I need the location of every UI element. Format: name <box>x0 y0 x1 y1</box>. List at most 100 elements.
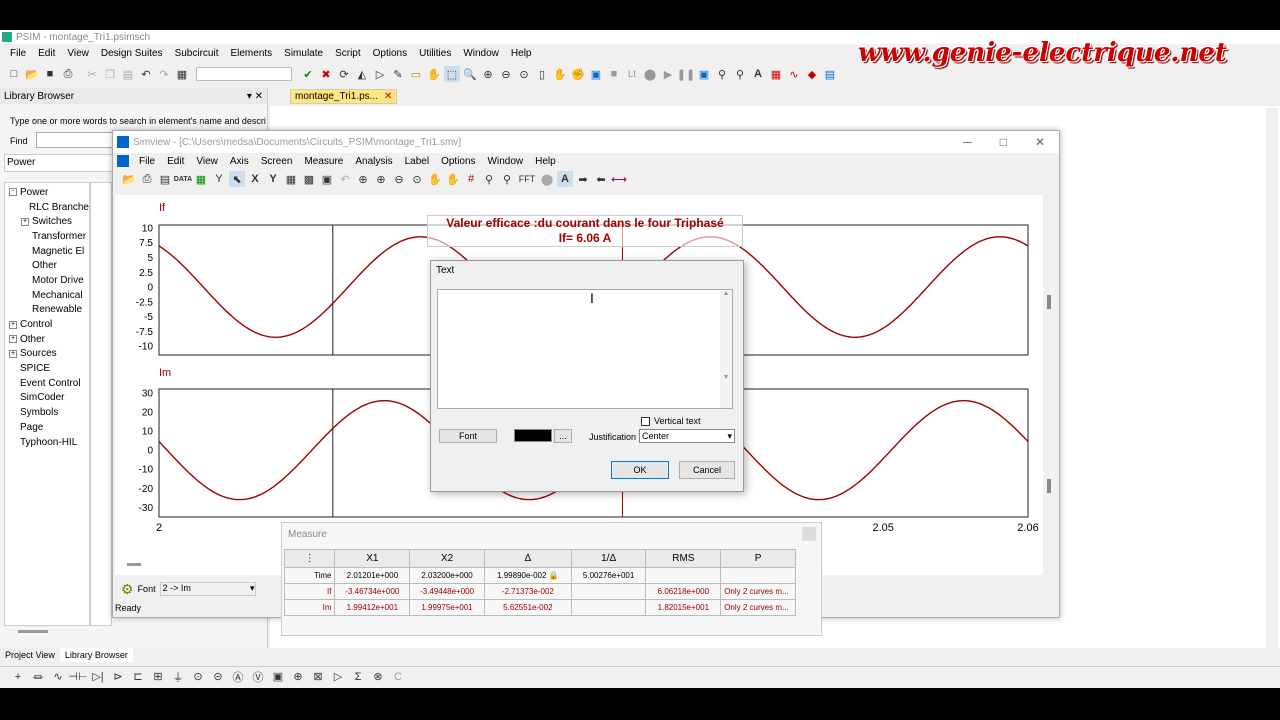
text-input-area[interactable]: I ▲ ▼ <box>437 289 733 409</box>
justification-select[interactable]: Center ▾ <box>639 429 735 443</box>
graph-icon[interactable]: ∿ <box>786 66 802 82</box>
open-folder-icon[interactable]: 📂 <box>24 66 40 82</box>
zoom-out-icon[interactable]: ⊖ <box>498 66 514 82</box>
cancel-button[interactable]: Cancel <box>679 461 735 479</box>
hand2-icon[interactable]: ✋ <box>552 66 568 82</box>
sim-menu-options[interactable]: Options <box>435 156 481 167</box>
xy-icon[interactable]: Y <box>211 171 227 187</box>
capacitor-icon[interactable]: ⊣⊢ <box>68 669 87 685</box>
menu-elements[interactable]: Elements <box>224 48 278 59</box>
menu-edit[interactable]: Edit <box>32 48 61 59</box>
simview-icon[interactable]: ▣ <box>696 66 712 82</box>
scope-icon[interactable]: ▣ <box>270 669 286 685</box>
sim-menu-label[interactable]: Label <box>399 156 435 167</box>
zoom-fit-icon[interactable]: ⊙ <box>516 66 532 82</box>
param-icon[interactable]: ▤ <box>822 66 838 82</box>
sim-menu-file[interactable]: File <box>133 156 161 167</box>
redo-icon[interactable]: ↷ <box>156 66 172 82</box>
grab-icon[interactable]: ✊ <box>570 66 586 82</box>
doc-tab-montage[interactable]: montage_Tri1.ps... ✕ <box>290 89 398 104</box>
menu-design-suites[interactable]: Design Suites <box>95 48 169 59</box>
text-label-icon[interactable]: A <box>557 171 573 187</box>
cut-icon[interactable]: ✂ <box>84 66 100 82</box>
menu-file[interactable]: File <box>4 48 32 59</box>
zoom-in-icon[interactable]: ⊕ <box>480 66 496 82</box>
tree-item[interactable]: - Power <box>5 185 89 200</box>
settings-gear-icon[interactable]: ⚙ <box>121 581 134 598</box>
expand-toggle-icon[interactable]: + <box>9 349 17 358</box>
measure-drag-handle[interactable]: ⋮ <box>283 549 336 568</box>
menu-view[interactable]: View <box>61 48 95 59</box>
tree-item[interactable]: Other <box>5 258 89 273</box>
zoom-out-icon[interactable]: ⊖ <box>391 171 407 187</box>
arrow-both-icon[interactable]: ⟷ <box>611 171 627 187</box>
play-icon[interactable]: ▶ <box>660 66 676 82</box>
add-icon[interactable]: + <box>10 669 26 685</box>
page-icon[interactable]: ▯ <box>534 66 550 82</box>
menu-options[interactable]: Options <box>367 48 413 59</box>
y-axis-icon[interactable]: Y <box>265 171 281 187</box>
tab-project-view[interactable]: Project View <box>0 648 60 662</box>
tree-item[interactable]: + Switches <box>5 214 89 229</box>
calc-icon[interactable]: ▦ <box>768 66 784 82</box>
select-icon[interactable]: ⬉ <box>229 171 245 187</box>
zoom-in-icon[interactable]: ⊕ <box>373 171 389 187</box>
fft-button[interactable]: FFT <box>517 171 537 187</box>
open-icon[interactable]: 📂 <box>121 171 137 187</box>
sim-menu-axis[interactable]: Axis <box>224 156 255 167</box>
tree-item[interactable]: Transformer <box>5 229 89 244</box>
grid-icon[interactable]: ▦ <box>283 171 299 187</box>
hand-icon[interactable]: ✋ <box>445 171 461 187</box>
compare-icon[interactable]: ⊗ <box>370 669 386 685</box>
label-icon[interactable]: ▭ <box>408 66 424 82</box>
sim-menu-window[interactable]: Window <box>482 156 530 167</box>
probe2-icon[interactable]: ⚲ <box>732 66 748 82</box>
thyristor-icon[interactable]: ⊳ <box>110 669 126 685</box>
font-button[interactable]: Font <box>439 429 497 443</box>
gain-icon[interactable]: ▷ <box>330 669 346 685</box>
tree-item[interactable]: Mechanical <box>5 288 89 303</box>
pause-icon[interactable]: ❚❚ <box>677 66 695 82</box>
plot-hscrollbar[interactable] <box>127 563 141 566</box>
label-c-icon[interactable]: C <box>390 669 406 685</box>
vertical-text-checkbox[interactable] <box>641 416 650 426</box>
sim-menu-view[interactable]: View <box>190 156 224 167</box>
print-icon[interactable]: ⎙ <box>60 66 76 82</box>
expand-toggle-icon[interactable]: + <box>9 335 17 344</box>
expand-toggle-icon[interactable]: + <box>21 217 29 226</box>
expand-toggle-icon[interactable]: - <box>9 188 17 197</box>
cursor-grid-icon[interactable]: # <box>463 171 479 187</box>
find-input[interactable] <box>36 132 116 148</box>
run-sim-icon[interactable]: ▣ <box>588 66 604 82</box>
plot-vscrollbar[interactable] <box>1043 195 1055 575</box>
print-icon[interactable]: ⎙ <box>139 171 155 187</box>
probe-icon[interactable]: ⚲ <box>714 66 730 82</box>
measure2-icon[interactable]: ⚲ <box>499 171 515 187</box>
zoom-fit-icon[interactable]: ⊙ <box>409 171 425 187</box>
tab-library-browser[interactable]: Library Browser <box>59 648 133 662</box>
source-icon[interactable]: ⊙ <box>190 669 206 685</box>
tree-item[interactable]: + Control <box>5 317 89 332</box>
ac-source-icon[interactable]: ⊝ <box>210 669 226 685</box>
zoom-icon[interactable]: ⊕ <box>355 171 371 187</box>
minimize-icon[interactable]: ─ <box>963 135 972 149</box>
stop-icon[interactable]: ⬤ <box>539 171 555 187</box>
ground-icon[interactable]: ⏚ <box>170 669 186 685</box>
switch-icon[interactable]: ⊏ <box>130 669 146 685</box>
rotate-icon[interactable]: ⟳ <box>336 66 352 82</box>
data-icon[interactable]: DATA <box>174 171 192 187</box>
tree-item[interactable]: SPICE <box>5 361 89 376</box>
wire-icon[interactable]: ✎ <box>390 66 406 82</box>
inductor-icon[interactable]: ∿ <box>50 669 66 685</box>
zoom-icon[interactable]: 🔍 <box>462 66 478 82</box>
screen-icon[interactable]: ▣ <box>319 171 335 187</box>
sum-icon[interactable]: Σ <box>350 669 366 685</box>
sim-menu-edit[interactable]: Edit <box>161 156 190 167</box>
text-annotation[interactable]: Valeur efficace :du courant dans le four… <box>427 215 743 247</box>
menu-subcircuit[interactable]: Subcircuit <box>169 48 225 59</box>
tree-item[interactable]: RLC Branche <box>5 200 89 215</box>
probe-icon[interactable]: ⊕ <box>290 669 306 685</box>
color-more-button[interactable]: ... <box>554 429 572 443</box>
menu-window[interactable]: Window <box>457 48 505 59</box>
tree-item[interactable]: Motor Drive <box>5 273 89 288</box>
